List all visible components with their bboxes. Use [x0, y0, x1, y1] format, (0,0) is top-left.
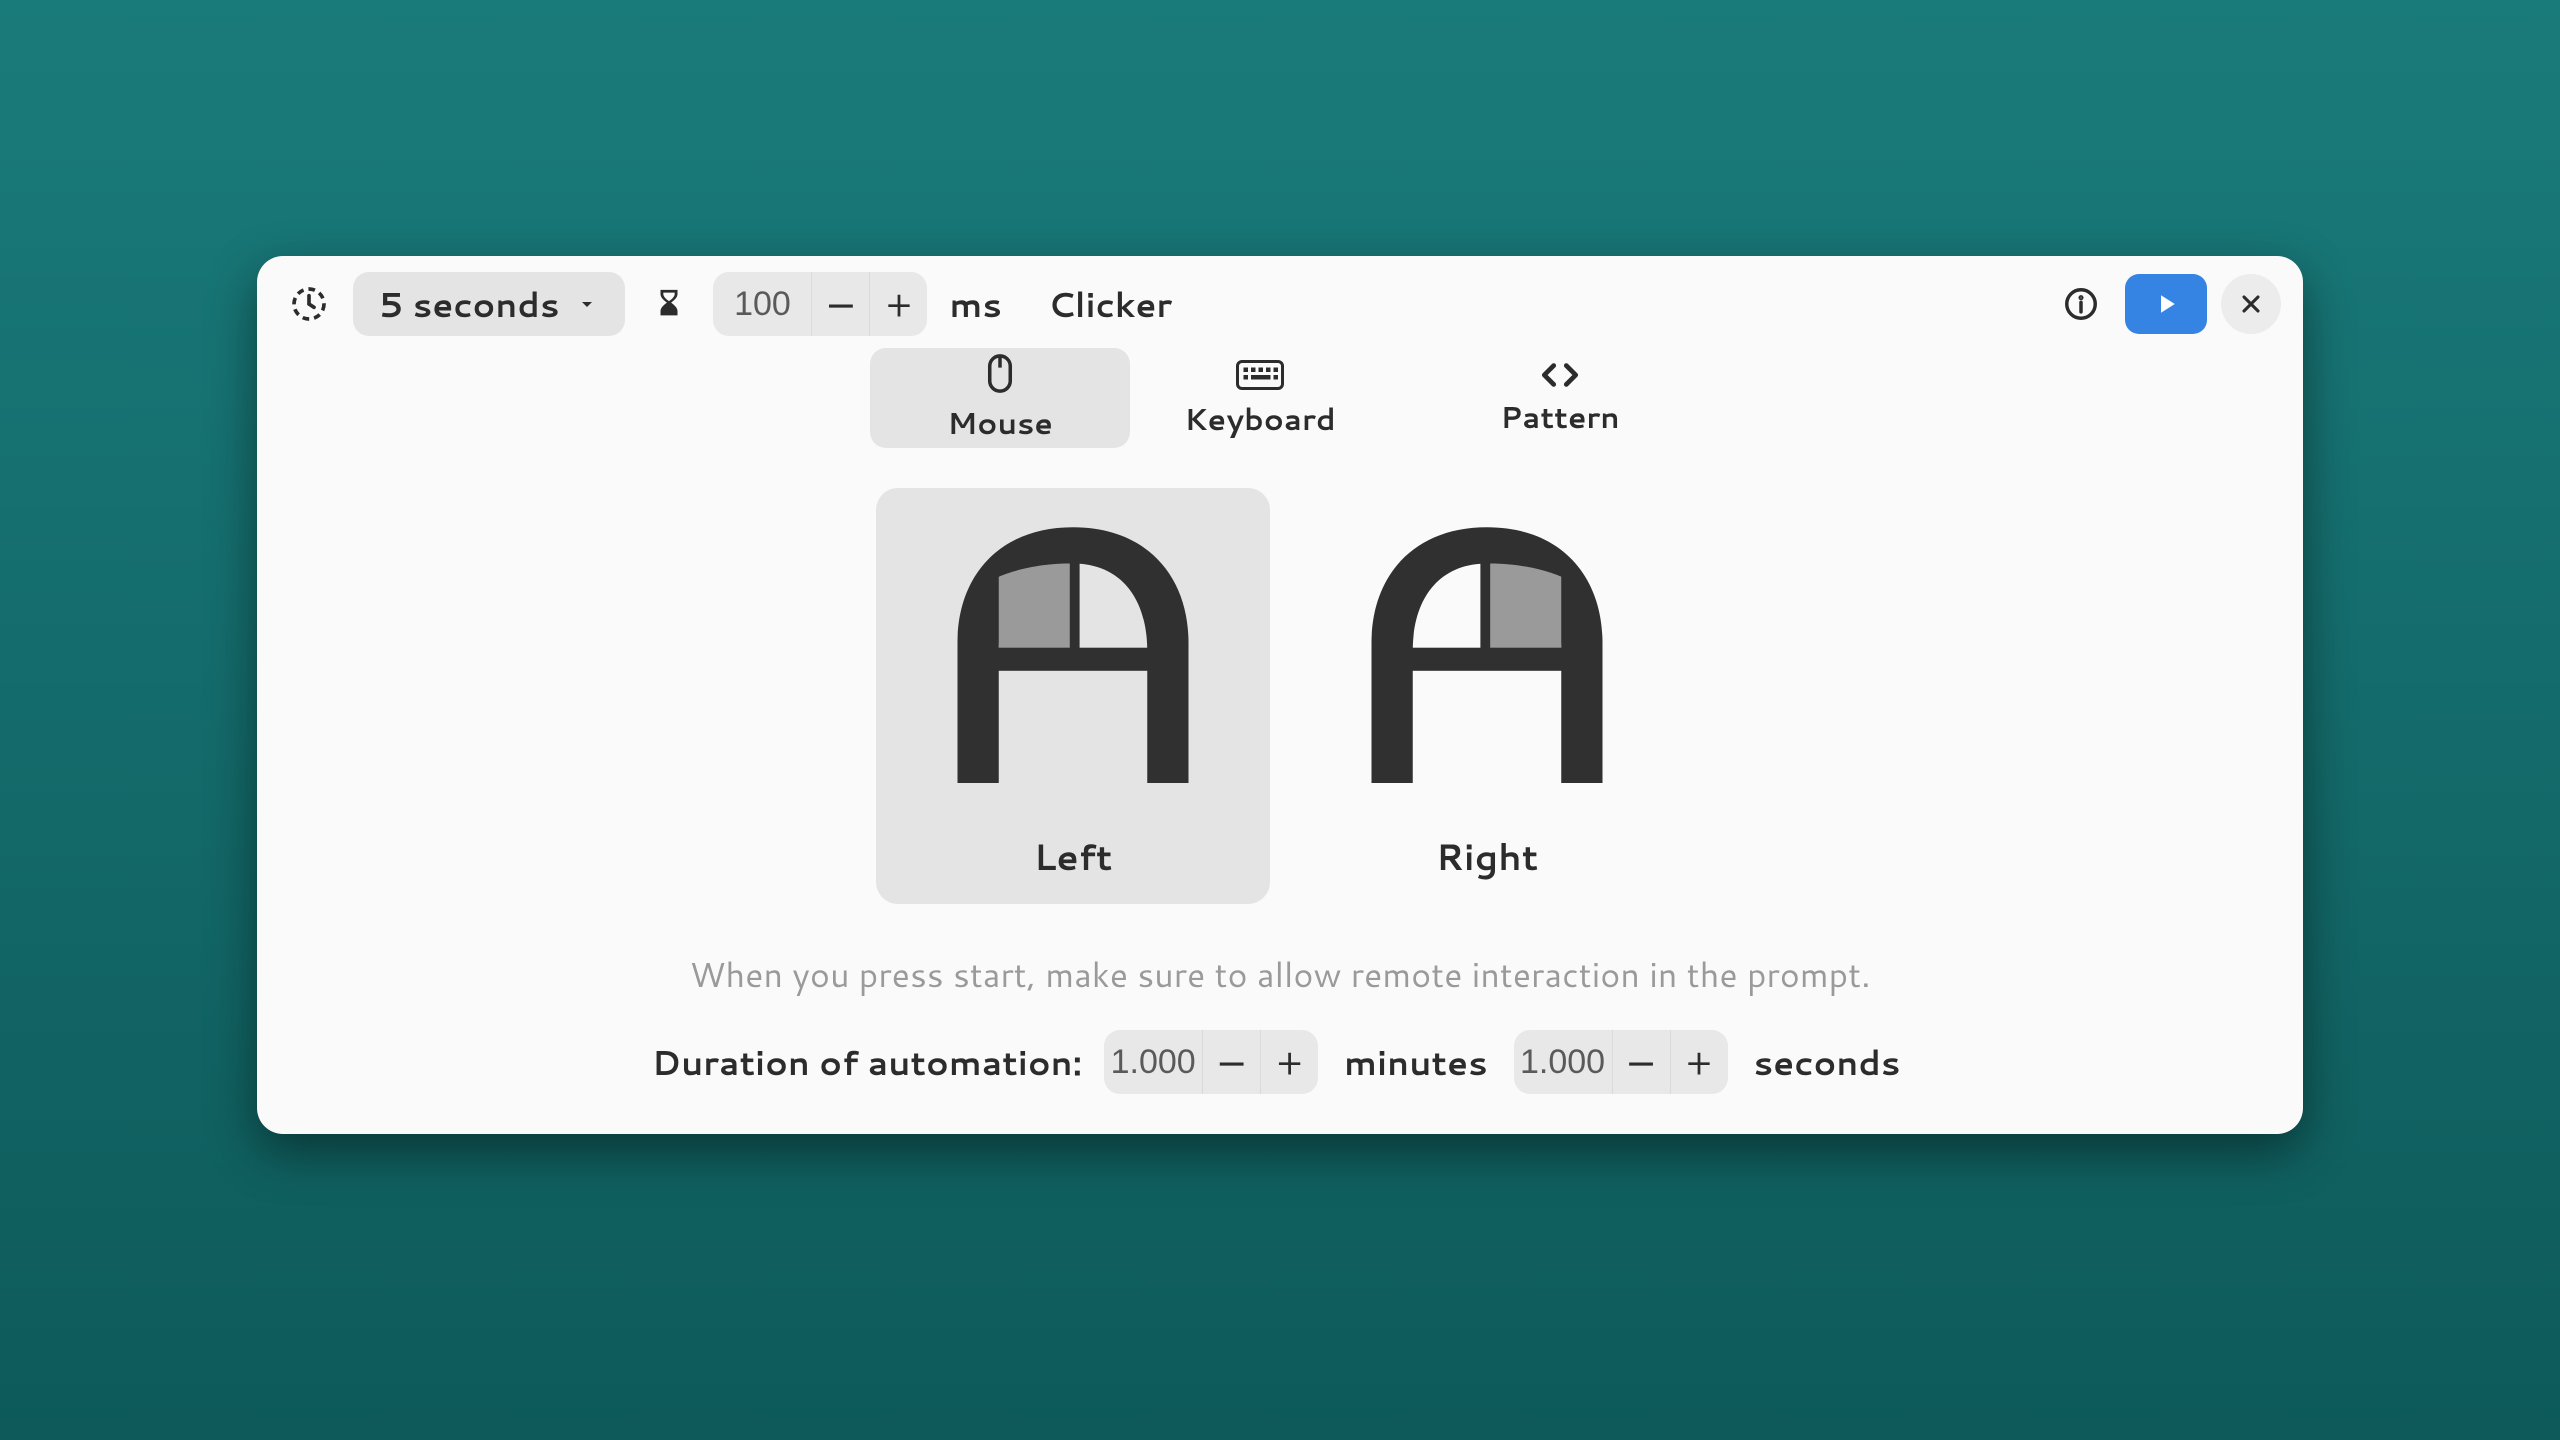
about-button[interactable] [2051, 274, 2111, 334]
duration-minutes-decrement[interactable]: − [1202, 1030, 1260, 1094]
duration-minutes-increment[interactable]: + [1260, 1030, 1318, 1094]
mouse-button-row: Left Right [257, 488, 2303, 904]
duration-seconds-decrement[interactable]: − [1612, 1030, 1670, 1094]
close-icon [2237, 290, 2265, 318]
hint-text: When you press start, make sure to allow… [257, 950, 2303, 998]
tab-pattern-label: Pattern [1500, 395, 1619, 438]
delay-icon [279, 274, 339, 334]
interval-decrement-button[interactable]: − [811, 272, 869, 336]
duration-row: Duration of automation: − + minutes − + … [257, 1030, 2303, 1134]
duration-seconds-input[interactable] [1514, 1030, 1612, 1094]
mouse-left-card[interactable]: Left [876, 488, 1270, 904]
duration-seconds-increment[interactable]: + [1670, 1030, 1728, 1094]
tab-mouse[interactable]: Mouse [870, 348, 1130, 448]
interval-unit-label: ms [941, 280, 1009, 328]
tab-pattern[interactable]: Pattern [1430, 348, 1690, 448]
delay-dropdown-label: 5 seconds [379, 280, 559, 328]
duration-minutes-unit: minutes [1336, 1038, 1495, 1086]
mouse-left-icon [908, 488, 1238, 813]
interval-increment-button[interactable]: + [869, 272, 927, 336]
mouse-right-icon [1322, 488, 1652, 813]
start-button[interactable] [2125, 274, 2207, 334]
header-right-group [2051, 274, 2281, 334]
duration-label: Duration of automation: [652, 1038, 1083, 1086]
header-left-group: 5 seconds − + ms [279, 272, 1010, 336]
mouse-right-label: Right [1436, 831, 1538, 882]
tab-keyboard-label: Keyboard [1184, 397, 1335, 440]
duration-minutes-stepper: − + [1104, 1030, 1318, 1094]
mouse-left-label: Left [1034, 831, 1113, 882]
close-button[interactable] [2221, 274, 2281, 334]
interval-stepper: − + [713, 272, 927, 336]
tab-mouse-label: Mouse [947, 401, 1053, 444]
clicker-window: 5 seconds − + ms Clicker [257, 256, 2303, 1134]
play-icon [2151, 289, 2181, 319]
duration-minutes-input[interactable] [1104, 1030, 1202, 1094]
hourglass-icon [639, 274, 699, 334]
delay-dropdown[interactable]: 5 seconds [353, 272, 625, 336]
mouse-right-card[interactable]: Right [1290, 488, 1684, 904]
interval-input[interactable] [713, 272, 811, 336]
window-title: Clicker [1024, 280, 2037, 328]
duration-seconds-unit: seconds [1746, 1038, 1909, 1086]
pattern-icon [1538, 359, 1582, 391]
tab-keyboard[interactable]: Keyboard [1130, 348, 1390, 448]
keyboard-icon [1236, 357, 1284, 393]
chevron-down-icon [575, 292, 599, 316]
header-bar: 5 seconds − + ms Clicker [257, 256, 2303, 352]
mode-tabs: Mouse Keyboard Pattern [257, 348, 2303, 448]
mouse-icon [982, 353, 1018, 397]
info-icon [2062, 285, 2100, 323]
duration-seconds-stepper: − + [1514, 1030, 1728, 1094]
